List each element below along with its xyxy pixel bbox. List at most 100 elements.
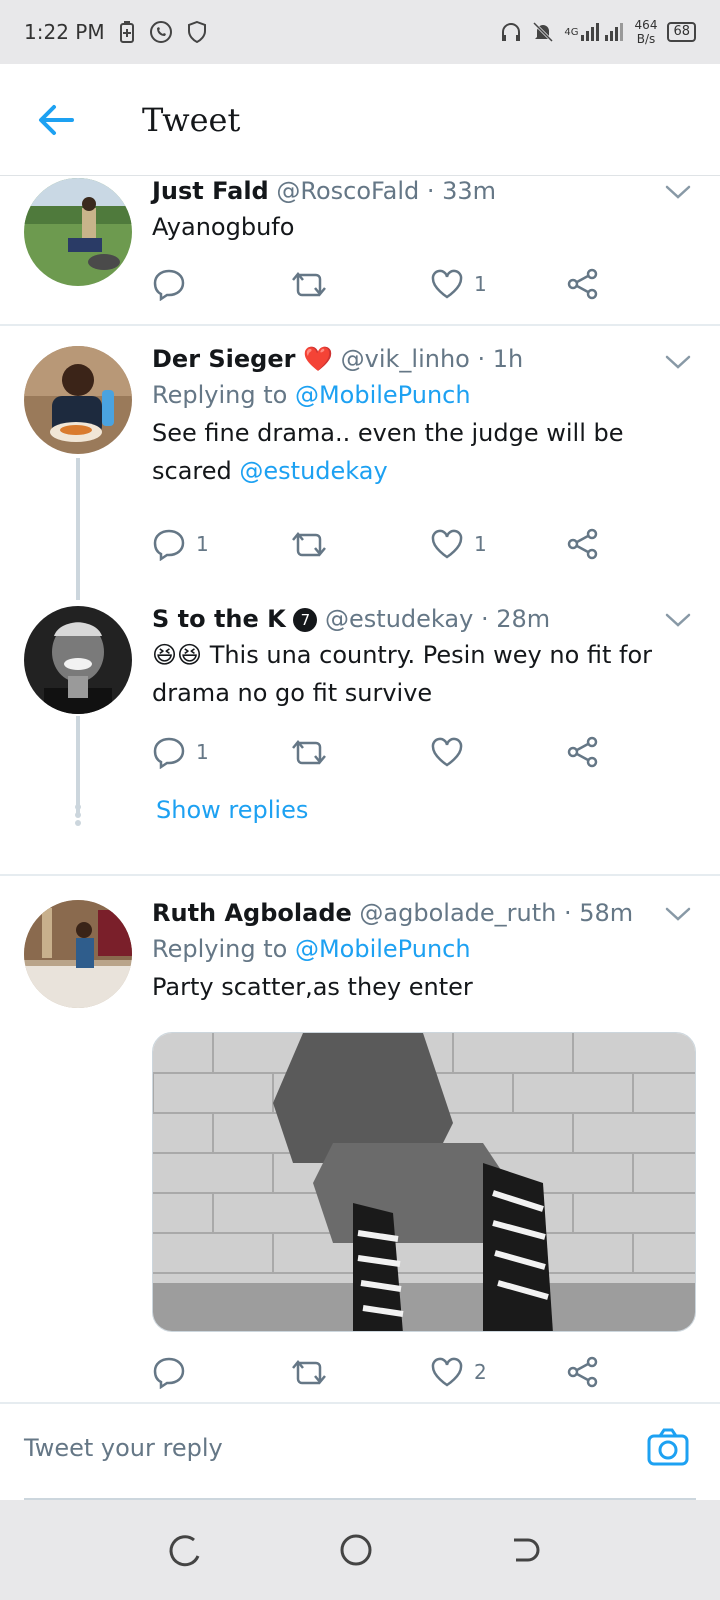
timestamp: · 33m [426, 177, 497, 205]
replying-to: Replying to @MobilePunch [152, 381, 471, 409]
like-button[interactable] [430, 732, 474, 772]
reply-button[interactable] [152, 264, 196, 304]
back-nav-icon[interactable] [508, 1532, 544, 1568]
share-button[interactable] [566, 524, 600, 564]
chevron-down-icon[interactable] [664, 182, 692, 202]
chevron-down-icon[interactable] [664, 610, 692, 630]
system-nav-bar [0, 1500, 720, 1600]
share-button[interactable] [566, 732, 600, 772]
like-count: 1 [474, 532, 487, 556]
share-button[interactable] [566, 264, 600, 304]
battery-saver-icon [119, 21, 135, 43]
whatsapp-icon [149, 20, 173, 44]
like-count: 2 [474, 1360, 487, 1384]
tweet-image[interactable] [152, 1032, 696, 1332]
retweet-icon [292, 740, 326, 765]
tweet-text: Party scatter,as they enter [152, 973, 473, 1001]
replying-to: Replying to @MobilePunch [152, 935, 471, 963]
tweet[interactable]: S to the K 7 @estudekay · 28m 😆😆 This un… [0, 605, 720, 856]
timestamp: · 1h [477, 345, 524, 373]
tweet[interactable]: Ruth Agbolade @agbolade_ruth · 58m Reply… [0, 899, 720, 1400]
home-icon[interactable] [338, 1532, 374, 1568]
heart-icon [431, 269, 463, 299]
status-time: 1:22 PM [24, 20, 105, 44]
retweet-icon [292, 1360, 326, 1385]
like-button[interactable]: 1 [430, 264, 487, 304]
number-badge: 7 [293, 608, 318, 632]
tweet-actions: 2 [152, 1352, 612, 1392]
retweet-icon [292, 532, 326, 557]
reply-to-link[interactable]: @MobilePunch [295, 935, 471, 963]
tweet-actions: 1 1 [152, 524, 612, 564]
reply-icon [153, 269, 185, 301]
back-button[interactable] [26, 90, 86, 150]
thread-line [76, 716, 80, 814]
thread-dot [75, 812, 81, 818]
thread-dot [75, 820, 81, 826]
tweet-text: Ayanogbufo [152, 213, 295, 241]
reply-icon [153, 737, 185, 769]
heart-icon [431, 1357, 463, 1387]
timestamp: · 58m [564, 899, 634, 927]
share-icon [567, 528, 598, 560]
tweet-text: See fine drama.. even the judge will be … [152, 419, 624, 485]
heart-icon [431, 529, 463, 559]
chevron-down-icon[interactable] [664, 352, 692, 372]
reply-input[interactable]: Tweet your reply [24, 1434, 223, 1462]
reply-button[interactable]: 1 [152, 524, 209, 564]
mention-link[interactable]: @estudekay [239, 457, 387, 485]
reply-count: 1 [196, 532, 209, 556]
share-button[interactable] [566, 1352, 600, 1392]
show-replies-link[interactable]: Show replies [156, 796, 308, 824]
retweet-button[interactable] [290, 264, 328, 304]
author-name[interactable]: Der Sieger [152, 345, 295, 373]
author-handle[interactable]: @estudekay [325, 605, 473, 633]
thread-dot [75, 804, 81, 810]
reply-to-link[interactable]: @MobilePunch [295, 381, 471, 409]
reply-bar: Tweet your reply [0, 1402, 720, 1500]
author-handle[interactable]: @agbolade_ruth [359, 899, 556, 927]
recent-apps-icon[interactable] [168, 1532, 204, 1568]
like-button[interactable]: 2 [430, 1352, 487, 1392]
avatar[interactable] [24, 346, 132, 454]
retweet-button[interactable] [290, 1352, 328, 1392]
share-icon [567, 1356, 598, 1388]
author-handle[interactable]: @vik_linho [341, 345, 470, 373]
camera-icon[interactable] [646, 1426, 690, 1470]
reply-icon [153, 529, 185, 561]
reply-button[interactable] [152, 1352, 196, 1392]
author-name[interactable]: S to the K [152, 605, 286, 633]
top-bar: Tweet [0, 64, 720, 176]
retweet-button[interactable] [290, 524, 328, 564]
like-button[interactable]: 1 [430, 524, 487, 564]
reply-button[interactable]: 1 [152, 732, 209, 772]
tweet[interactable]: Just Fald @RoscoFald · 33m Ayanogbufo 1 [0, 177, 720, 324]
tweet-text: 😆😆 This una country. Pesin wey no fit fo… [152, 641, 653, 707]
tweet-actions: 1 [152, 264, 612, 304]
timestamp: · 28m [480, 605, 551, 633]
mute-bell-icon [532, 21, 554, 43]
avatar[interactable] [24, 606, 132, 714]
tweet-actions: 1 [152, 732, 612, 772]
avatar[interactable] [24, 178, 132, 286]
arrow-left-icon [39, 104, 74, 135]
shield-icon [187, 21, 207, 43]
author-name[interactable]: Just Fald [152, 177, 269, 205]
retweet-icon [292, 272, 326, 297]
like-count: 1 [474, 272, 487, 296]
battery-indicator: 68 [667, 22, 696, 42]
reply-icon [153, 1357, 185, 1389]
author-name[interactable]: Ruth Agbolade [152, 899, 352, 927]
share-icon [567, 268, 598, 300]
tweet[interactable]: Der Sieger ❤️ @vik_linho · 1h Replying t… [0, 345, 720, 600]
divider [0, 874, 720, 876]
status-bar: 1:22 PM 4G 464 B/s 68 [0, 0, 720, 64]
author-handle[interactable]: @RoscoFald [276, 177, 419, 205]
thread-line [76, 458, 80, 600]
headphones-icon [500, 21, 522, 43]
avatar[interactable] [24, 900, 132, 1008]
share-icon [567, 736, 598, 768]
retweet-button[interactable] [290, 732, 328, 772]
heart-icon [431, 737, 463, 767]
chevron-down-icon[interactable] [664, 904, 692, 924]
